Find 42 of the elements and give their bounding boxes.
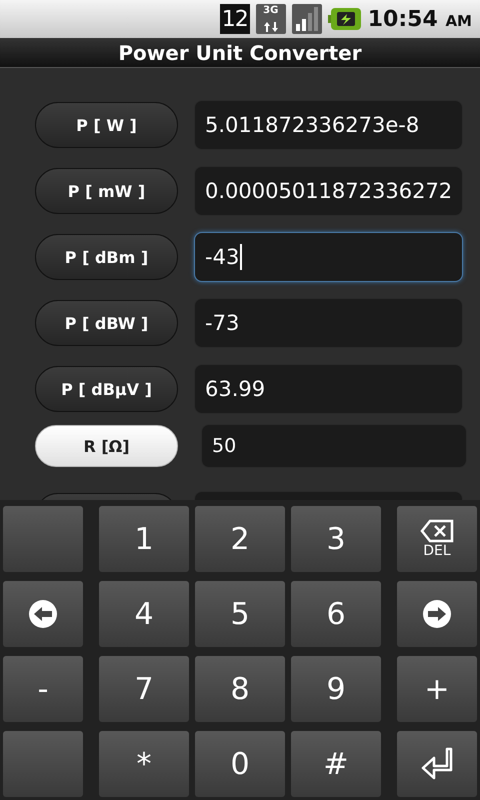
value-field[interactable]: 63.99 — [194, 364, 463, 414]
value-field[interactable]: 5.011872336273e-8 — [194, 100, 463, 150]
keyboard-key[interactable] — [3, 581, 83, 647]
keyboard-key[interactable]: + — [397, 656, 477, 722]
app-title: Power Unit Converter — [0, 38, 480, 68]
network-indicator: 3G — [256, 4, 286, 34]
notification-count: 12 — [220, 4, 250, 34]
data-arrows-icon — [262, 22, 279, 32]
backspace-icon — [420, 519, 454, 543]
blank-key[interactable] — [3, 731, 83, 797]
keyboard-key[interactable]: 2 — [195, 506, 285, 572]
keyboard-key[interactable]: 7 — [99, 656, 189, 722]
keyboard-key[interactable] — [397, 731, 477, 797]
unit-button[interactable]: P [ dBm ] — [35, 234, 178, 280]
keyboard-key[interactable]: - — [3, 656, 83, 722]
keyboard-key[interactable]: DEL — [397, 506, 477, 572]
keyboard-key[interactable]: 6 — [291, 581, 381, 647]
signal-icon — [292, 4, 322, 34]
enter-icon — [420, 746, 454, 782]
keyboard-key[interactable]: * — [99, 731, 189, 797]
keyboard-key[interactable]: 0 — [195, 731, 285, 797]
unit-button[interactable]: P [ dBW ] — [35, 300, 178, 346]
unit-button[interactable]: P [ dBµV ] — [35, 366, 178, 412]
unit-button[interactable]: P [ W ] — [35, 102, 178, 148]
blank-key[interactable] — [3, 506, 83, 572]
keyboard-key[interactable]: 3 — [291, 506, 381, 572]
battery-icon — [328, 7, 362, 31]
unit-button[interactable]: P [ mW ] — [35, 168, 178, 214]
value-field[interactable]: 50 — [201, 424, 467, 468]
unit-button[interactable]: R [Ω] — [35, 425, 178, 467]
keyboard-key[interactable]: 1 — [99, 506, 189, 572]
keyboard-key[interactable]: # — [291, 731, 381, 797]
clock: 10:54 AM — [368, 6, 472, 32]
value-field[interactable]: -73 — [194, 298, 463, 348]
keyboard-key[interactable]: 5 — [195, 581, 285, 647]
value-field[interactable]: 0.00005011872336272 — [194, 166, 463, 216]
keyboard-key[interactable] — [397, 581, 477, 647]
value-field[interactable]: -43 — [194, 232, 463, 282]
text-cursor — [240, 244, 242, 270]
keyboard-key[interactable]: 8 — [195, 656, 285, 722]
keyboard-key[interactable]: 4 — [99, 581, 189, 647]
keyboard-key[interactable]: 9 — [291, 656, 381, 722]
